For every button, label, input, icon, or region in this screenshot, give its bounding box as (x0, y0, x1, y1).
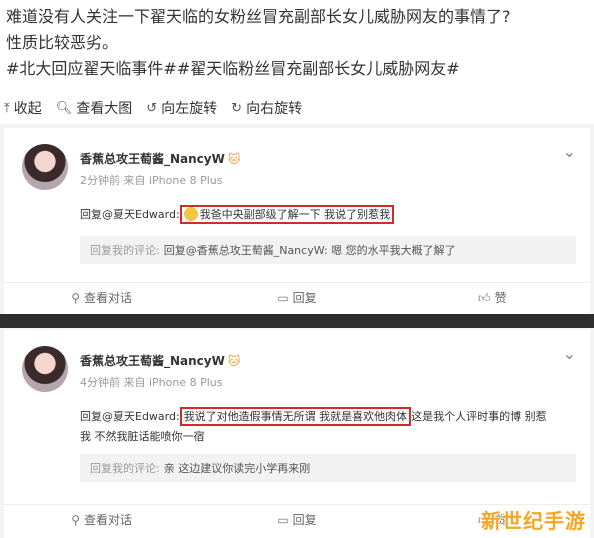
quote-label: 回复我的评论: (90, 244, 160, 257)
post-line-2: 性质比较恶劣。 (6, 33, 119, 52)
watermark-logo: 新世纪手游 (481, 509, 586, 533)
comment-icon: ▭ (277, 291, 289, 305)
user-badge-icon: 🐱 (227, 152, 241, 166)
view-conversation-label: 查看对话 (84, 513, 133, 527)
username-text: 香蕉总攻王萄酱_NancyW (80, 354, 225, 368)
reply-label: 回复 (292, 513, 317, 527)
search-icon: 🔍︎ (55, 100, 73, 116)
chevron-down-icon[interactable]: ⌄ (563, 344, 576, 363)
reply-prefix[interactable]: 回复@夏天Edward: (80, 208, 180, 221)
highlighted-reply-text: 我爸中央副部级了解一下 我说了别惹我 (199, 208, 391, 221)
smile-emoji-icon (183, 207, 198, 221)
comment-icon: ▭ (277, 513, 289, 527)
view-large-button[interactable]: 🔍︎ 查看大图 (56, 98, 133, 118)
username[interactable]: 香蕉总攻王萄酱_NancyW 🐱 (80, 352, 240, 369)
reply-text-line-2: 我 不然我脏话能喷你一宿 (80, 430, 205, 443)
username[interactable]: 香蕉总攻王萄酱_NancyW 🐱 (80, 150, 240, 167)
quoted-comment: 回复我的评论: 亲 这边建议你读完小学再来刚 (80, 454, 576, 482)
quote-text: 亲 这边建议你读完小学再来刚 (163, 462, 311, 475)
post-hashtags[interactable]: #北大回应翟天临事件##翟天临粉丝冒充副部长女儿威胁网友# (6, 56, 590, 82)
comment-meta: 2分钟前 来自 iPhone 8 Plus (80, 174, 223, 187)
highlighted-reply: 我爸中央副部级了解一下 我说了别惹我 (179, 205, 395, 224)
reply-button[interactable]: ▭ 回复 (199, 289, 394, 306)
like-icon: 👍︎ (478, 291, 491, 305)
image-toolbar: ⤒ 收起 🔍︎ 查看大图 ↺ 向左旋转 ↻ 向右旋转 (0, 96, 594, 120)
quote-text: 回复@香蕉总攻王萄酱_NancyW: 嗯 您的水平我大概了解了 (163, 244, 456, 257)
comment-card-1: 香蕉总攻王萄酱_NancyW 🐱 2分钟前 来自 iPhone 8 Plus ⌄ … (4, 128, 590, 314)
comment-meta: 4分钟前 来自 iPhone 8 Plus (80, 376, 223, 389)
reply-prefix[interactable]: 回复@夏天Edward: (80, 410, 180, 423)
comment-actions: ⚲ 查看对话 ▭ 回复 👍︎ 赞 (4, 282, 590, 312)
chevron-down-icon[interactable]: ⌄ (563, 142, 576, 161)
like-label: 赞 (494, 291, 507, 305)
post-line-1: 难道没有人关注一下翟天临的女粉丝冒充副部长女儿威胁网友的事情了? (6, 7, 511, 26)
reply-button[interactable]: ▭ 回复 (199, 511, 394, 528)
reply-text: 回复@夏天Edward: 我爸中央副部级了解一下 我说了别惹我 (80, 205, 395, 224)
username-text: 香蕉总攻王萄酱_NancyW (80, 152, 225, 166)
highlighted-reply: 我说了对他造假事情无所谓 我就是喜欢他肉体 (179, 407, 412, 426)
view-conversation-button[interactable]: ⚲ 查看对话 (4, 511, 199, 528)
view-conversation-label: 查看对话 (84, 291, 133, 305)
like-button[interactable]: 👍︎ 赞 (395, 289, 590, 306)
collapse-label: 收起 (13, 101, 42, 117)
divider-bar (0, 314, 594, 328)
reply-label: 回复 (292, 291, 317, 305)
rotate-left-button[interactable]: ↺ 向左旋转 (146, 98, 217, 118)
quote-label: 回复我的评论: (90, 462, 160, 475)
rotate-right-button[interactable]: ↻ 向右旋转 (231, 98, 302, 118)
avatar[interactable] (22, 346, 68, 392)
embedded-screenshot: 香蕉总攻王萄酱_NancyW 🐱 2分钟前 来自 iPhone 8 Plus ⌄ … (0, 124, 594, 538)
collapse-button[interactable]: ⤒ 收起 (4, 98, 42, 118)
collapse-icon: ⤒ (4, 100, 10, 116)
search-icon: ⚲ (71, 513, 81, 527)
rotate-left-icon: ↺ (146, 100, 158, 116)
reply-text: 回复@夏天Edward: 我说了对他造假事情无所谓 我就是喜欢他肉体 这是我个人评时… (80, 407, 547, 426)
rotate-right-icon: ↻ (231, 100, 243, 116)
reply-suffix: 这是我个人评时事的博 别惹 (411, 410, 547, 423)
view-large-label: 查看大图 (76, 101, 133, 117)
user-badge-icon: 🐱 (227, 354, 241, 368)
view-conversation-button[interactable]: ⚲ 查看对话 (4, 289, 199, 306)
rotate-left-label: 向左旋转 (161, 101, 218, 117)
rotate-right-label: 向右旋转 (246, 101, 303, 117)
avatar[interactable] (22, 144, 68, 190)
post-text: 难道没有人关注一下翟天临的女粉丝冒充副部长女儿威胁网友的事情了? 性质比较恶劣。… (6, 4, 590, 82)
quoted-comment: 回复我的评论: 回复@香蕉总攻王萄酱_NancyW: 嗯 您的水平我大概了解了 (80, 236, 576, 264)
search-icon: ⚲ (71, 291, 81, 305)
